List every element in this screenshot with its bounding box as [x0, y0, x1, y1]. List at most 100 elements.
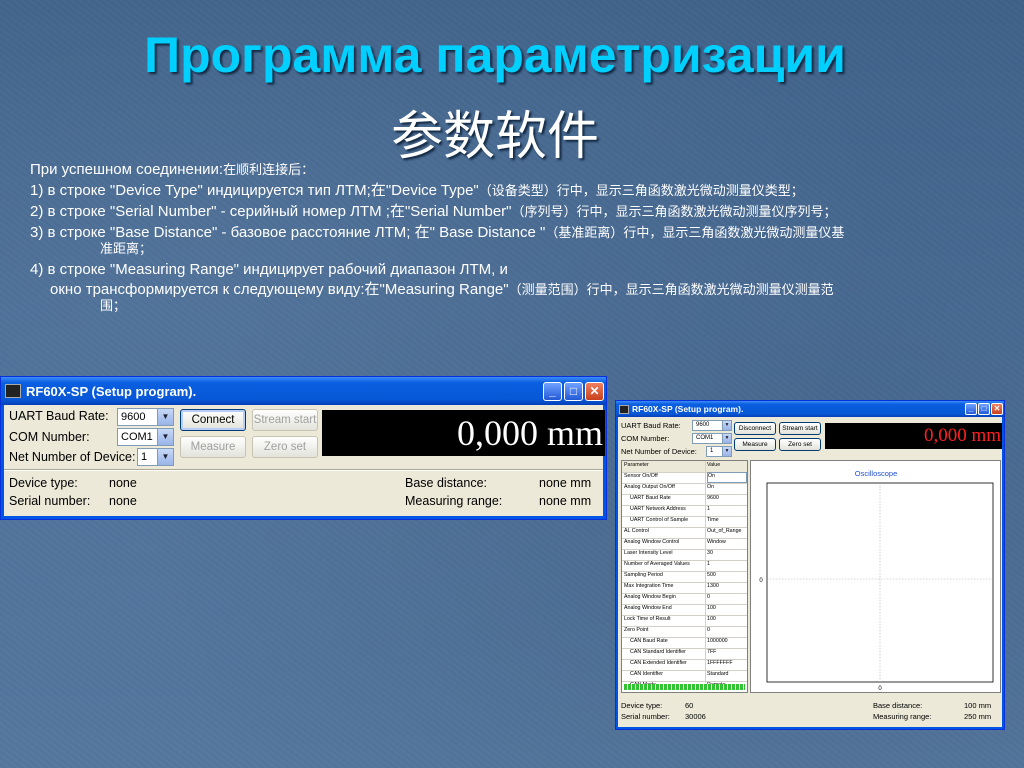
serial-number-label: Serial number:: [621, 712, 670, 721]
disconnect-button[interactable]: Disconnect: [734, 422, 776, 435]
parameter-name: Number of Averaged Values: [624, 561, 690, 567]
close-icon[interactable]: ✕: [585, 381, 604, 401]
parameter-name: Lock Time of Result: [624, 616, 671, 622]
zero-set-button[interactable]: Zero set: [779, 438, 821, 451]
parameter-name: Laser Intensity Level: [624, 550, 673, 556]
y-axis-label: 0: [759, 578, 763, 584]
parameter-value[interactable]: On: [707, 484, 714, 490]
parameter-name: CAN Identifier: [630, 671, 663, 677]
oscilloscope-panel: Oscilloscope 0 0: [750, 460, 1001, 693]
parameter-value[interactable]: 1: [707, 561, 710, 567]
parameter-value[interactable]: 30: [707, 550, 713, 556]
connect-button[interactable]: Connect: [180, 409, 246, 431]
parameter-name: CAN Extended Identifier: [630, 660, 687, 666]
window-title: RF60X-SP (Setup program).: [632, 404, 744, 414]
chevron-down-icon[interactable]: ▼: [157, 449, 173, 465]
parameter-value[interactable]: 1: [707, 506, 710, 512]
measuring-range-value: none mm: [539, 494, 592, 508]
stream-start-button[interactable]: Stream start: [252, 409, 318, 431]
text-line-1: 1) в строке "Device Type" индицируется т…: [30, 182, 804, 199]
measure-button[interactable]: Measure: [180, 436, 246, 458]
com-number-label: COM Number:: [621, 434, 670, 443]
serial-number-value: 30006: [685, 712, 706, 721]
measuring-range-value: 250 mm: [964, 712, 992, 721]
measuring-range-label: Measuring range:: [873, 712, 932, 721]
parameter-name: UART Network Address: [630, 506, 686, 512]
measure-button[interactable]: Measure: [734, 438, 776, 451]
minimize-icon[interactable]: _: [965, 403, 977, 415]
parameter-value[interactable]: 1300: [707, 583, 719, 589]
column-divider: [705, 461, 706, 683]
com-number-select[interactable]: COM1 ▼: [117, 428, 174, 446]
chevron-down-icon[interactable]: ▼: [722, 434, 731, 443]
column-header-parameter: Parameter: [624, 462, 649, 468]
stream-start-button[interactable]: Stream start: [779, 422, 821, 435]
device-type-value: none: [109, 476, 137, 490]
window-titlebar[interactable]: RF60X-SP (Setup program). _ □ ✕: [616, 401, 1004, 417]
text-line-2: 2) в строке "Serial Number" - серийный н…: [30, 203, 837, 220]
parameter-name: Analog Window End: [624, 605, 672, 611]
parameter-value[interactable]: 0: [707, 627, 710, 633]
maximize-icon[interactable]: □: [978, 403, 990, 415]
window-client: UART Baud Rate: 9600 ▼ COM Number: COM1 ▼ …: [4, 405, 605, 516]
chevron-down-icon[interactable]: ▼: [157, 429, 173, 445]
parameter-name: Analog Window Begin: [624, 594, 676, 600]
column-header-value: Value: [707, 462, 721, 468]
net-number-select[interactable]: 1 ▼: [706, 446, 732, 457]
parameter-name: Sensor On/Off: [624, 473, 658, 479]
close-icon[interactable]: ✕: [991, 403, 1003, 415]
parameter-name: Analog Window Control: [624, 539, 680, 545]
progress-bar: [624, 684, 745, 690]
device-type-label: Device type:: [9, 476, 78, 490]
parameter-table: Parameter Value ▼ Sensor On/Off On Analog O…: [621, 460, 748, 693]
chevron-down-icon[interactable]: ▼: [722, 421, 731, 430]
parameter-value[interactable]: Out_of_Range: [707, 528, 741, 534]
measurement-display: 0,000 mm: [322, 410, 605, 456]
maximize-icon[interactable]: □: [564, 381, 583, 401]
measuring-range-label: Measuring range:: [405, 494, 503, 508]
parameter-value[interactable]: On: [707, 472, 747, 483]
parameter-value[interactable]: 1000000: [707, 638, 728, 644]
parameter-value[interactable]: 100: [707, 605, 716, 611]
setup-window-disconnected: RF60X-SP (Setup program). _ □ ✕ UART Bau…: [0, 376, 607, 520]
baud-rate-select[interactable]: 9600 ▼: [117, 408, 174, 426]
parameter-name: Max Integration Time: [624, 583, 674, 589]
window-titlebar[interactable]: RF60X-SP (Setup program). _ □ ✕: [1, 377, 606, 405]
x-axis-label: 0: [878, 686, 882, 692]
measurement-display: 0,000 mm: [825, 423, 1002, 449]
parameter-value[interactable]: 7FF: [707, 649, 716, 655]
serial-number-value: none: [109, 494, 137, 508]
parameter-value[interactable]: 500: [707, 572, 716, 578]
parameter-value[interactable]: 100: [707, 616, 716, 622]
slide-title-cn: 参数软件: [390, 107, 599, 167]
parameter-name: UART Baud Rate: [630, 495, 671, 501]
baud-rate-label: UART Baud Rate:: [9, 409, 109, 423]
parameter-value[interactable]: 0: [707, 594, 710, 600]
parameter-value[interactable]: 9600: [707, 495, 719, 501]
com-number-select[interactable]: COM1 ▼: [692, 433, 732, 444]
base-distance-value: none mm: [539, 476, 592, 490]
setup-window-connected: RF60X-SP (Setup program). _ □ ✕ UART Bau…: [615, 400, 1005, 730]
net-number-select[interactable]: 1 ▼: [137, 448, 174, 466]
chevron-down-icon[interactable]: ▼: [157, 409, 173, 425]
parameter-value[interactable]: Window: [707, 539, 726, 545]
base-distance-label: Base distance:: [873, 701, 923, 710]
parameter-value[interactable]: 1FFFFFFF: [707, 660, 733, 666]
divider: [4, 469, 603, 471]
minimize-icon[interactable]: _: [543, 381, 562, 401]
parameter-name: CAN Standard Identifier: [630, 649, 686, 655]
text-line-0: При успешном соединении:在顺利连接后：: [30, 161, 315, 178]
chevron-down-icon[interactable]: ▼: [747, 473, 748, 479]
parameter-value[interactable]: Standard: [707, 671, 729, 677]
parameter-name: Zero Point: [624, 627, 649, 633]
com-number-label: COM Number:: [9, 430, 90, 444]
device-type-label: Device type:: [621, 701, 663, 710]
baud-rate-select[interactable]: 9600 ▼: [692, 420, 732, 431]
text-line-4: 4) в строке "Measuring Range" индицирует…: [30, 261, 508, 278]
base-distance-value: 100 mm: [964, 701, 992, 710]
baud-rate-label: UART Baud Rate:: [621, 421, 681, 430]
chevron-down-icon[interactable]: ▼: [722, 447, 731, 456]
zero-set-button[interactable]: Zero set: [252, 436, 318, 458]
parameter-value[interactable]: Time: [707, 517, 719, 523]
parameter-name: Sampling Period: [624, 572, 663, 578]
